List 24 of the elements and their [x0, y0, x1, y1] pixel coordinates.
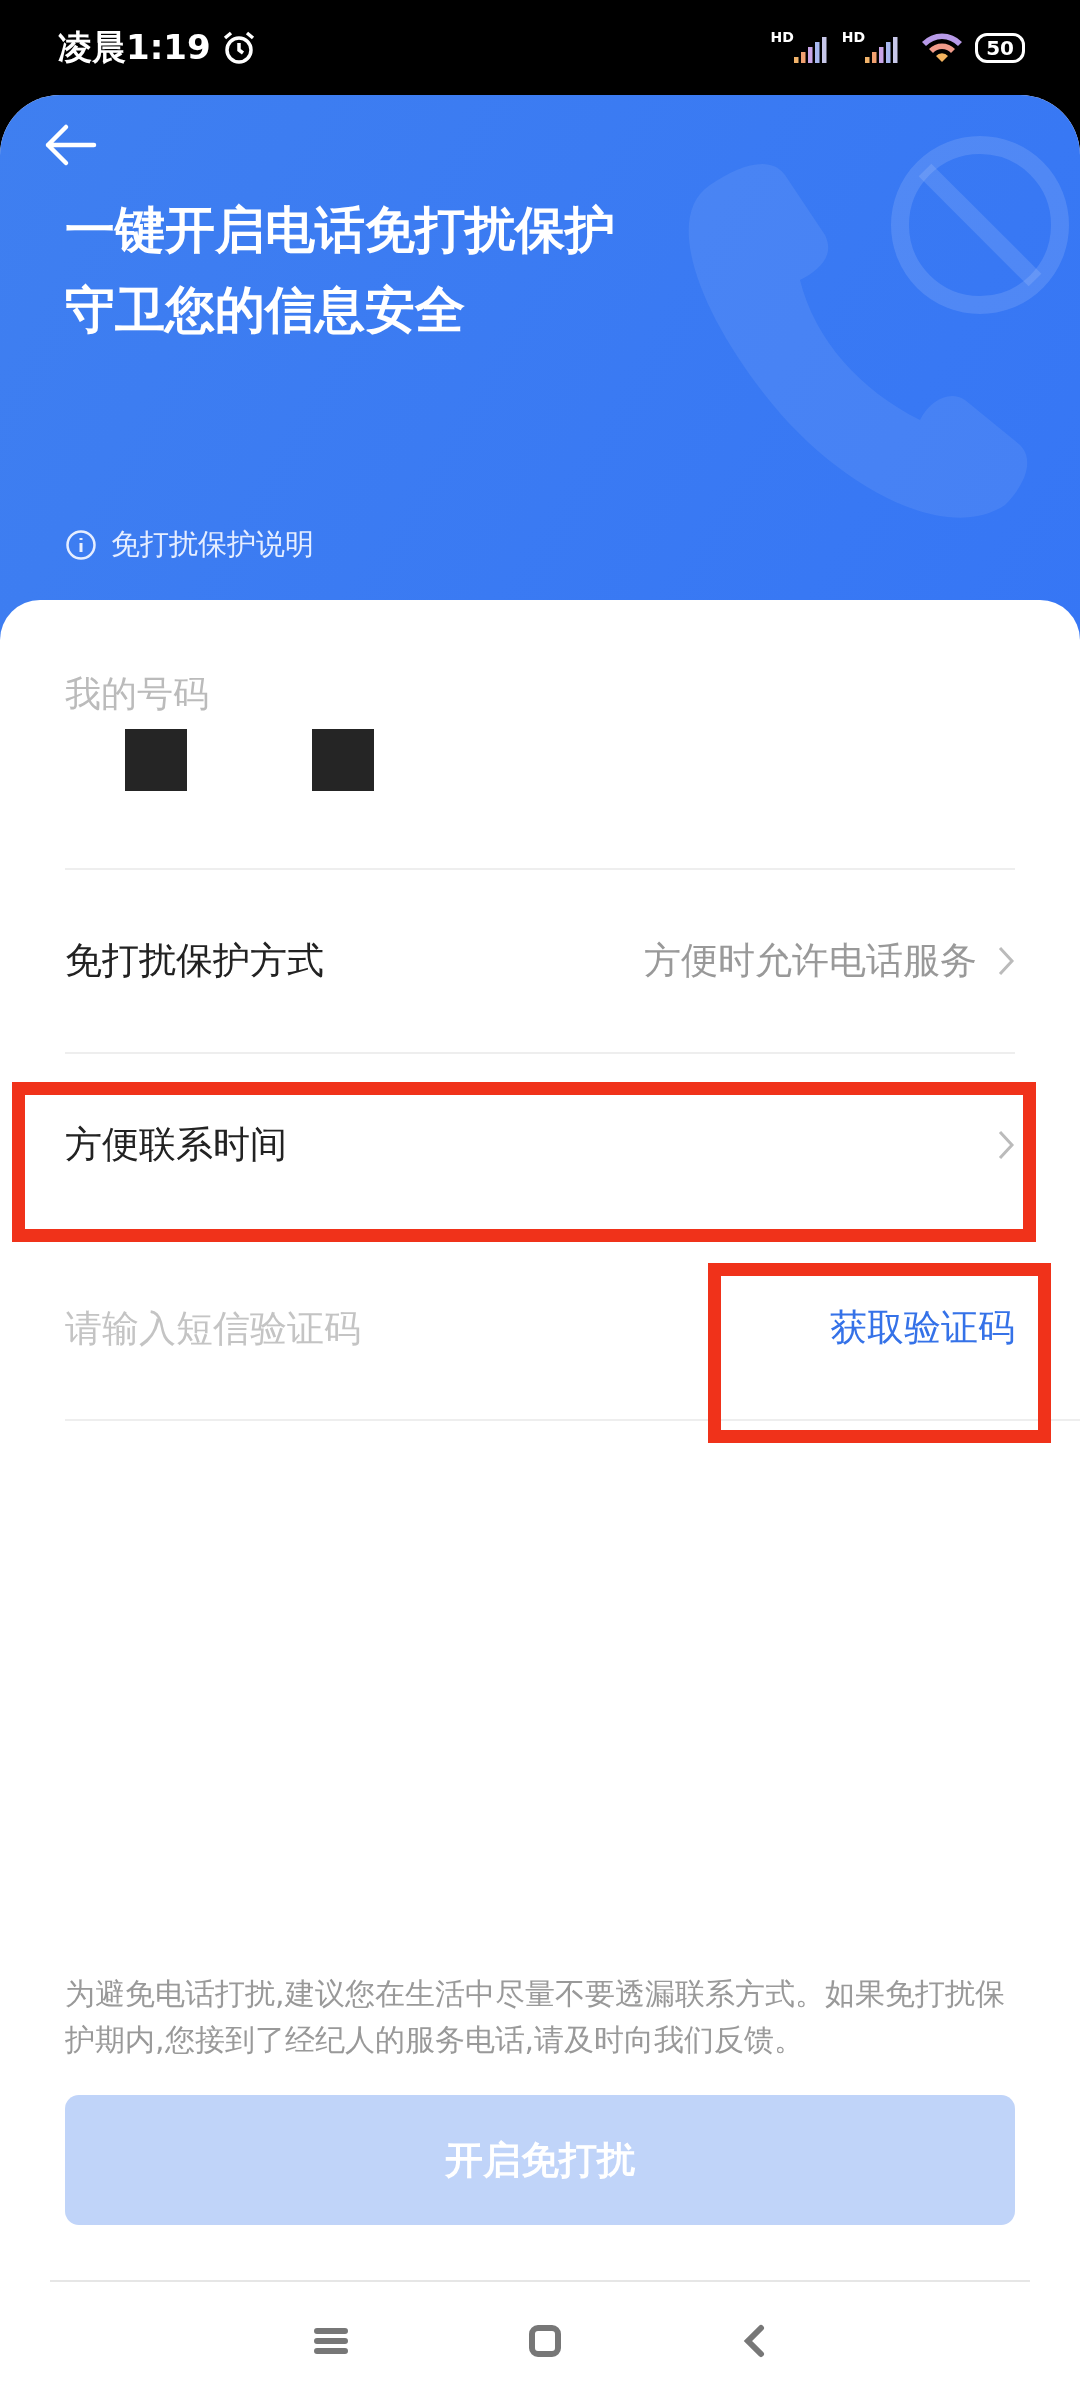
redaction-block — [312, 729, 374, 791]
home-icon[interactable] — [528, 2324, 562, 2358]
chevron-icon — [997, 945, 1015, 977]
code-input[interactable]: 请输入短信验证码 — [65, 1306, 830, 1350]
network-label: HD — [770, 28, 794, 45]
menu-icon[interactable] — [314, 2326, 348, 2356]
notice-text: 为避免电话打扰,建议您在生活中尽量不要透漏联系方式。如果免打扰保护期内,您接到了经纪人的服务电话,请及时向我们反馈。 — [65, 1975, 1006, 2059]
row-label: 免打扰保护方式 — [65, 938, 324, 984]
row-value: 方便时允许电话服务 — [644, 938, 977, 984]
info-link[interactable]: 免打扰保护说明 — [111, 525, 314, 565]
status-time: 凌晨1:19 — [58, 25, 211, 69]
settings-row[interactable]: 免打扰保护方式 方便时允许电话服务 — [65, 870, 1015, 1054]
header-title: 一键开启电话免打扰保护 — [65, 200, 616, 261]
header-title: 守卫您的信息安全 — [65, 280, 466, 341]
info-icon — [65, 529, 97, 561]
row-label: 方便联系时间 — [65, 1122, 287, 1168]
back-nav-icon[interactable] — [742, 2324, 766, 2358]
redaction-block — [125, 729, 187, 791]
battery-level: 50 — [975, 32, 1025, 63]
chevron-icon — [997, 1129, 1015, 1161]
phone-label: 我的号码 — [65, 672, 210, 716]
settings-row[interactable]: 方便联系时间 — [65, 1054, 1015, 1238]
get-code-button[interactable]: 获取验证码 — [830, 1303, 1015, 1353]
network-label: HD — [841, 28, 866, 45]
